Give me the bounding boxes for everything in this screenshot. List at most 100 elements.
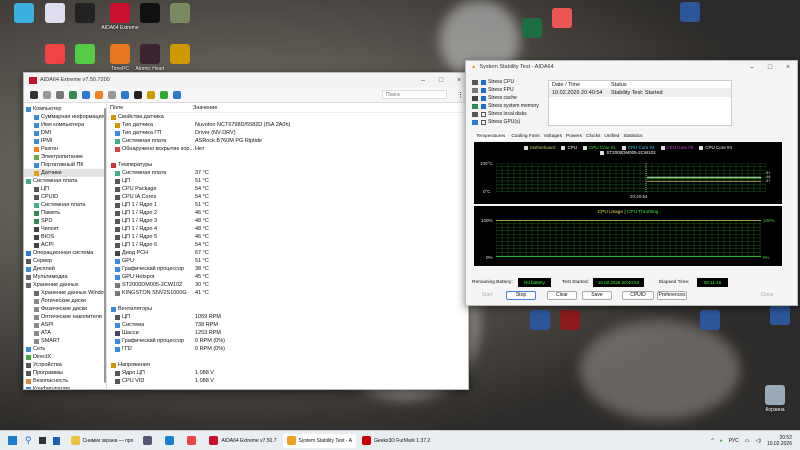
refresh-icon[interactable] — [30, 90, 38, 99]
search-icon[interactable]: ⚲ — [25, 435, 32, 446]
taskbar-app[interactable]: System Stability Test - A — [282, 433, 357, 448]
tree-item[interactable]: Портативный ПК — [24, 161, 106, 169]
tree-item[interactable]: Безопасность — [24, 377, 106, 385]
log-header-status[interactable]: Status — [611, 81, 627, 89]
sensor-row[interactable]: CPU IA Cores 54 °C — [111, 193, 468, 201]
sensor-row[interactable]: KINGSTON SNV2S1000G 41 °C — [111, 289, 468, 297]
desktop-icon[interactable] — [160, 3, 200, 25]
legend-item[interactable]: Motherboard — [523, 145, 555, 150]
network-icon[interactable]: ▭ — [745, 438, 750, 444]
tab[interactable]: Temperatures — [474, 133, 508, 140]
sensor-row[interactable]: Тип датчика ГП Driver (NV-DRV) — [111, 129, 468, 137]
taskbar-app[interactable]: AIDA64 Extreme v7.50.7 — [205, 434, 280, 448]
legend-item[interactable]: CPU Core #4 — [699, 145, 732, 150]
log-header-datetime[interactable]: Date / Time — [549, 81, 611, 89]
legend-checkbox[interactable] — [699, 145, 704, 150]
desktop-icon[interactable] — [160, 44, 200, 66]
sensor-row[interactable]: CPU Package 54 °C — [111, 185, 468, 193]
tree-item[interactable]: Операционная система — [24, 249, 106, 257]
desktop-icon[interactable] — [65, 3, 105, 25]
desktop-icon[interactable]: Корзина — [755, 385, 795, 413]
cpuid-button[interactable]: CPUID — [622, 291, 654, 300]
sensor-row[interactable]: ЦП 51 °C — [111, 177, 468, 185]
minimize-button[interactable]: – — [743, 64, 761, 71]
sensor-row[interactable]: ЦП 1 / Ядро 1 51 °C — [111, 201, 468, 209]
tree-item[interactable]: Сеть — [24, 345, 106, 353]
sensor-row[interactable]: ГП2 0 RPM (0%) — [111, 345, 468, 353]
tree-item[interactable]: Системная плата — [24, 201, 106, 209]
stress-checkbox[interactable] — [481, 87, 486, 93]
sensor-row[interactable]: ЦП 1 / Ядро 2 46 °C — [111, 209, 468, 217]
column-value[interactable]: Значение — [193, 104, 217, 112]
clear-button[interactable]: Clear — [547, 291, 577, 300]
sensor-row[interactable]: Ядро ЦП 1.088 V — [111, 369, 468, 377]
start-icon[interactable] — [8, 436, 17, 445]
osd-icon[interactable] — [134, 90, 142, 99]
sensor-row[interactable]: ЦП 1 / Ядро 5 46 °C — [111, 233, 468, 241]
tree-item[interactable]: SPD — [24, 217, 106, 225]
sensor-row[interactable]: Обнаружено вскрытие кор... Нет — [111, 145, 468, 153]
store-icon[interactable] — [52, 436, 60, 445]
legend-checkbox[interactable] — [523, 145, 528, 150]
flame-icon[interactable] — [95, 90, 103, 99]
tree-item[interactable]: CPUID — [24, 193, 106, 201]
tree-item[interactable]: Системная плата — [24, 177, 106, 185]
sensor-row[interactable]: Система 738 RPM — [111, 321, 468, 329]
sensor-row[interactable]: ЦП 1 / Ядро 6 54 °C — [111, 241, 468, 249]
minimize-button[interactable]: – — [414, 77, 432, 84]
clipboard-icon[interactable] — [108, 90, 116, 99]
legend-checkbox[interactable] — [600, 150, 605, 155]
tree-item[interactable]: Логические диски — [24, 297, 106, 305]
stress-checkbox[interactable] — [481, 111, 486, 117]
tree-item[interactable]: ASPI — [24, 321, 106, 329]
desktop-icon[interactable] — [690, 310, 730, 332]
tree-item[interactable]: Оптические накопители — [24, 313, 106, 321]
sensor-icon[interactable] — [56, 90, 64, 99]
tree-item[interactable]: BIOS — [24, 233, 106, 241]
sensor-row[interactable]: CPU VID 1.088 V — [111, 377, 468, 385]
language-indicator[interactable]: РУС — [729, 438, 739, 444]
sensor-row[interactable]: ЦП 1 / Ядро 3 48 °C — [111, 217, 468, 225]
tree-item[interactable]: DirectX — [24, 353, 106, 361]
search-input[interactable] — [382, 90, 447, 99]
tree-item[interactable]: IPMI — [24, 137, 106, 145]
stress-checkbox[interactable] — [481, 119, 486, 125]
tree-item[interactable]: ATA — [24, 329, 106, 337]
tree-item[interactable]: Мультимедиа — [24, 273, 106, 281]
legend-checkbox[interactable] — [660, 145, 665, 150]
tree-item[interactable]: Память — [24, 209, 106, 217]
taskbar-app[interactable] — [139, 434, 159, 448]
save-button[interactable]: Save — [582, 291, 612, 300]
close-button[interactable]: × — [779, 64, 797, 71]
tree-item[interactable]: DMI — [24, 129, 106, 137]
section-header[interactable]: Свойства датчика — [111, 113, 468, 121]
user-icon[interactable] — [121, 90, 129, 99]
tree-item[interactable]: ACPI — [24, 241, 106, 249]
tree-item[interactable]: ЦП — [24, 185, 106, 193]
sensor-row[interactable]: ЦП 1 / Ядро 4 48 °C — [111, 225, 468, 233]
stress-checkbox[interactable] — [481, 95, 486, 101]
clock[interactable]: 20:52 10.02.2026 — [767, 435, 792, 447]
tab[interactable]: Clocks — [586, 133, 600, 140]
legend-checkbox[interactable] — [582, 145, 587, 150]
tab[interactable]: Statistics — [623, 133, 642, 140]
desktop-icon[interactable] — [542, 8, 582, 30]
stress-checkbox[interactable] — [481, 79, 486, 85]
memory-icon[interactable] — [69, 90, 77, 99]
section-header[interactable]: Напряжения — [111, 361, 468, 369]
tree-item[interactable]: Конфигурация — [24, 385, 106, 389]
tree-item[interactable]: Электропитание — [24, 153, 106, 161]
report-icon[interactable] — [43, 90, 51, 99]
stress-option[interactable]: Stress GPU(s) — [472, 118, 539, 126]
stress-checkbox[interactable] — [481, 103, 486, 109]
search-icon[interactable] — [173, 90, 181, 99]
taskbar-app[interactable] — [161, 434, 181, 448]
scrollbar[interactable] — [104, 108, 106, 383]
desktop-icon[interactable] — [670, 2, 710, 24]
log-row[interactable]: 10.02.2026 20:40:54 Stability Test: Start… — [549, 89, 731, 97]
legend-item[interactable]: ST2000DM005-2CW102 — [600, 150, 656, 155]
column-field[interactable]: Поле — [108, 104, 193, 112]
sensor-row[interactable]: Диод PCH 67 °C — [111, 249, 468, 257]
tree-item[interactable]: Дисплей — [24, 265, 106, 273]
tree-item[interactable]: Хранение данных Windo — [24, 289, 106, 297]
